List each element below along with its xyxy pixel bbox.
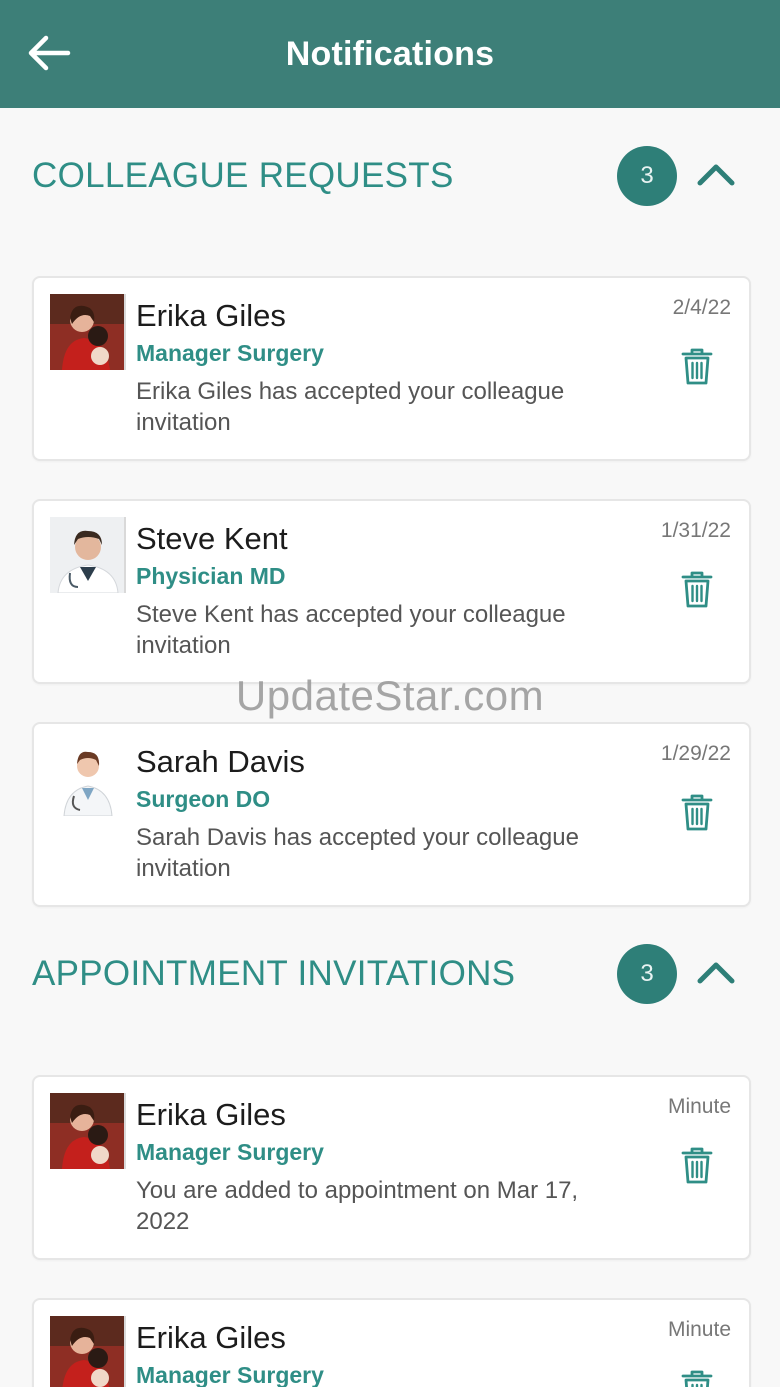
contact-name: Erika Giles: [136, 298, 286, 333]
trash-icon: [681, 794, 713, 831]
steve-kent-photo: [50, 517, 126, 593]
sarah-davis-photo: [50, 740, 126, 816]
notification-card[interactable]: Steve Kent Physician MD Steve Kent has a…: [32, 499, 751, 684]
notification-card[interactable]: Erika Giles Manager Surgery Erika Giles …: [32, 276, 751, 461]
delete-button[interactable]: [679, 792, 715, 832]
notification-message: You are added to appointment on Mar 17, …: [136, 1177, 579, 1235]
page-title: Notifications: [285, 34, 495, 73]
avatar: [50, 740, 126, 816]
notification-card[interactable]: Sarah Davis Surgeon DO Sarah Davis has a…: [32, 722, 751, 907]
erika-giles-photo: [50, 1316, 126, 1387]
contact-role: Surgeon DO: [136, 786, 271, 812]
notification-message: Erika Giles has accepted your colleague …: [136, 378, 565, 436]
contact-name: Erika Giles: [136, 1097, 286, 1132]
contact-name: Steve Kent: [136, 521, 288, 556]
section-header-appointment-invitations: APPOINTMENT INVITATIONS 3: [0, 940, 780, 1010]
contact-name: Erika Giles: [136, 1320, 286, 1355]
chevron-up-icon: [697, 962, 735, 984]
notification-card[interactable]: Erika Giles Manager Surgery Minute: [32, 1298, 751, 1387]
notification-date: 1/31/22: [660, 519, 731, 542]
collapse-button[interactable]: [694, 954, 738, 990]
contact-role: Manager Surgery: [136, 340, 324, 366]
section-title: APPOINTMENT INVITATIONS: [32, 954, 516, 993]
erika-giles-photo: [50, 294, 126, 370]
notification-date: Minute: [667, 1095, 731, 1118]
contact-role: Manager Surgery: [136, 1139, 324, 1165]
notification-date: 2/4/22: [672, 296, 731, 319]
trash-icon: [681, 571, 713, 608]
avatar: [50, 517, 126, 593]
erika-giles-photo: [50, 1093, 126, 1169]
count-badge: 3: [617, 146, 677, 206]
delete-button[interactable]: [679, 1368, 715, 1387]
contact-name: Sarah Davis: [136, 744, 305, 779]
delete-button[interactable]: [679, 1145, 715, 1185]
trash-icon: [681, 1147, 713, 1184]
avatar: [50, 1093, 126, 1169]
arrow-left-icon: [28, 35, 71, 71]
notification-message: Steve Kent has accepted your colleague i…: [136, 601, 566, 659]
trash-icon: [681, 1370, 713, 1387]
delete-button[interactable]: [679, 569, 715, 609]
avatar: [50, 1316, 126, 1387]
notification-message: Sarah Davis has accepted your colleague …: [136, 824, 579, 882]
count-badge: 3: [617, 944, 677, 1004]
collapse-button[interactable]: [694, 156, 738, 192]
notification-date: 1/29/22: [660, 742, 731, 765]
back-button[interactable]: [24, 30, 76, 76]
section-title: COLLEAGUE REQUESTS: [32, 156, 454, 195]
contact-role: Manager Surgery: [136, 1362, 324, 1387]
app-bar: Notifications: [0, 0, 780, 108]
avatar: [50, 294, 126, 370]
chevron-up-icon: [697, 164, 735, 186]
trash-icon: [681, 348, 713, 385]
notification-card[interactable]: Erika Giles Manager Surgery You are adde…: [32, 1075, 751, 1260]
delete-button[interactable]: [679, 346, 715, 386]
contact-role: Physician MD: [136, 563, 286, 589]
notification-date: Minute: [667, 1318, 731, 1341]
section-header-colleague-requests: COLLEAGUE REQUESTS 3: [0, 142, 780, 212]
